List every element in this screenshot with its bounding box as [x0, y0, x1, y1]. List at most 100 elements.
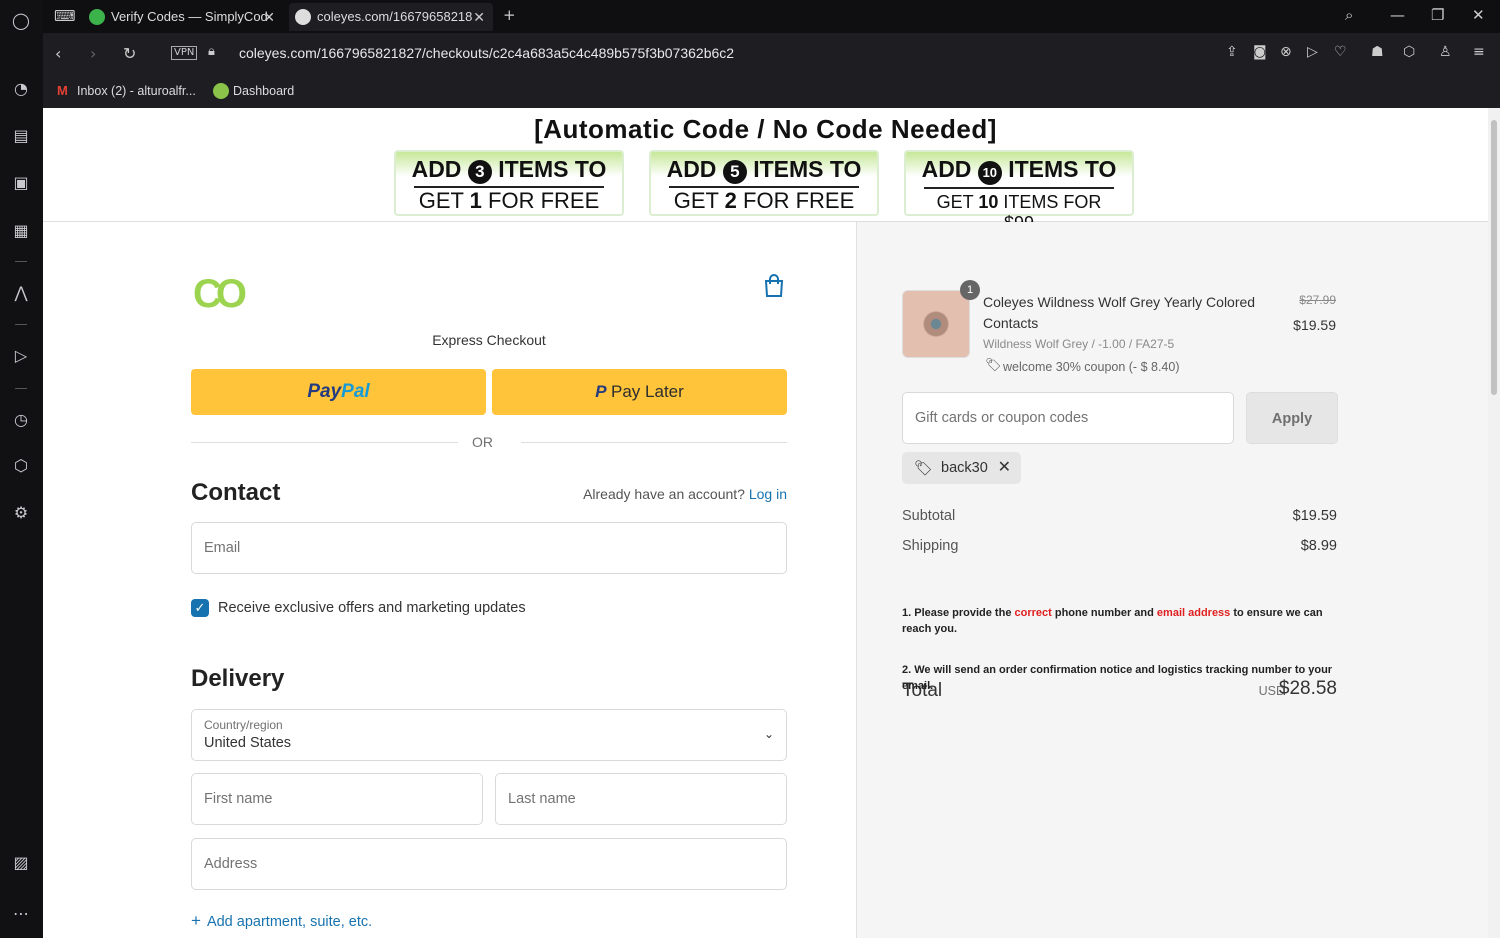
coleyes-logo[interactable]: CO	[193, 272, 247, 317]
send-icon[interactable]: ▷	[1307, 44, 1318, 60]
product-variant: Wildness Wolf Grey / -1.00 / FA27-5	[983, 337, 1175, 351]
chevron-down-icon: ⌄	[763, 727, 774, 741]
bookmark-dashboard[interactable]: Dashboard	[211, 81, 294, 101]
plus-icon: +	[191, 911, 201, 930]
gamepad-icon[interactable]: ⌨	[54, 7, 76, 25]
history-icon[interactable]: ◷	[10, 409, 32, 431]
adblock-icon[interactable]: ⊗	[1280, 44, 1292, 60]
tab-coleyes[interactable]: coleyes.com/16679658218 ✕	[289, 3, 493, 31]
search-tabs-icon[interactable]: ⌕	[1345, 6, 1353, 24]
tab-title: Verify Codes — SimplyCod	[111, 9, 268, 24]
back-icon[interactable]: ‹	[55, 44, 61, 63]
notice-1: 1. Please provide the correct phone numb…	[902, 607, 1323, 635]
close-tab-icon[interactable]: ✕	[263, 3, 275, 31]
simplycodes-favicon-icon	[89, 9, 105, 25]
opera-logo-icon[interactable]: ◯	[10, 10, 32, 32]
box-extension-icon[interactable]: ⬡	[1403, 44, 1415, 60]
tab-verify-codes[interactable]: Verify Codes — SimplyCod ✕	[83, 3, 283, 31]
gallery-icon[interactable]: ▨	[10, 852, 32, 874]
paypal-pay-later-button[interactable]: P Pay Later	[492, 369, 787, 415]
subtotal-value: $19.59	[1292, 508, 1337, 524]
forward-icon[interactable]: ›	[90, 44, 96, 63]
shopping-bag-icon[interactable]	[763, 274, 785, 298]
twitch-icon[interactable]: ▣	[10, 172, 32, 194]
promo-card-5-items[interactable]: ADD 5 ITEMS TO GET 2 FOR FREE	[649, 150, 879, 216]
url-field[interactable]: coleyes.com/1667965821827/checkouts/c2c4…	[239, 45, 734, 61]
marketing-checkbox[interactable]: ✓	[191, 599, 209, 617]
reload-icon[interactable]: ↻	[123, 44, 136, 63]
promo-text: 2	[724, 188, 737, 213]
tab-title: coleyes.com/16679658218	[317, 9, 473, 24]
easy-setup-icon[interactable]: ≡	[1473, 44, 1485, 60]
new-tab-icon[interactable]: +	[503, 6, 516, 24]
gmail-icon: M	[57, 83, 68, 98]
close-tab-icon[interactable]: ✕	[473, 3, 485, 31]
delivery-heading: Delivery	[191, 665, 285, 692]
briefcase-icon[interactable]: ▤	[10, 125, 32, 147]
page-scrollbar[interactable]	[1488, 108, 1500, 938]
browser-sidebar: ◯ ◔ ▤ ▣ ▦ ⋀ ▷ ◷ ⬡ ⚙ ▨ ⋯	[0, 0, 43, 938]
extension-icon[interactable]: ▦	[10, 220, 32, 242]
apply-button[interactable]: Apply	[1246, 392, 1338, 444]
or-divider-label: OR	[472, 434, 493, 450]
promo-text: ITEMS TO	[1008, 156, 1117, 182]
promo-card-3-items[interactable]: ADD 3 ITEMS TO GET 1 FOR FREE	[394, 150, 624, 216]
more-dots-icon[interactable]: ⋯	[10, 903, 32, 925]
last-name-placeholder: Last name	[508, 791, 576, 807]
share-icon[interactable]: ⇪	[1226, 44, 1238, 60]
remove-coupon-icon[interactable]: ✕	[998, 452, 1011, 484]
banner-title: [Automatic Code / No Code Needed]	[534, 114, 997, 144]
first-name-placeholder: First name	[204, 791, 273, 807]
scrollbar-thumb[interactable]	[1491, 120, 1497, 395]
bookmarks-bar: M Inbox (2) - alturoalfr... Dashboard	[43, 75, 1500, 108]
add-apartment-label: Add apartment, suite, etc.	[206, 914, 373, 930]
robot-extension-icon[interactable]: ☗	[1371, 44, 1384, 60]
promo-text: GET	[673, 188, 719, 213]
bookmark-label: Dashboard	[233, 84, 295, 98]
order-summary: 1 Coleyes Wildness Wolf Grey Yearly Colo…	[856, 222, 1488, 938]
cube-icon[interactable]: ⬡	[10, 455, 32, 477]
promo-text: ADD	[666, 156, 717, 182]
promo-text: 1	[469, 188, 482, 213]
player-icon[interactable]: ▷	[10, 345, 32, 367]
first-name-field[interactable]: First name	[191, 773, 483, 825]
profile-icon[interactable]: ♙	[1439, 44, 1452, 60]
speed-dial-icon[interactable]: ◔	[10, 78, 32, 100]
close-window-icon[interactable]: ✕	[1472, 6, 1485, 24]
notice-2: 2. We will send an order confirmation no…	[902, 664, 1333, 692]
restore-icon[interactable]: ❐	[1431, 6, 1444, 24]
promo-number-badge: 5	[722, 160, 747, 184]
login-link[interactable]: Log in	[749, 486, 787, 502]
paypal-logo: PayPal	[307, 381, 370, 402]
bookmark-inbox[interactable]: M Inbox (2) - alturoalfr...	[55, 81, 196, 101]
promo-text: ADD	[411, 156, 462, 182]
applied-coupon-chip: 🏷︎ back30 ✕	[902, 452, 1021, 484]
promo-text: ITEMS TO	[498, 156, 607, 182]
paypal-button[interactable]: PayPal	[191, 369, 486, 415]
last-name-field[interactable]: Last name	[495, 773, 787, 825]
address-field[interactable]: Address	[191, 838, 787, 890]
vpn-badge[interactable]: VPN	[171, 46, 198, 60]
minimize-icon[interactable]: —	[1390, 6, 1405, 24]
promo-card-10-items[interactable]: ADD 10 ITEMS TO GET 10 ITEMS FOR $99	[904, 150, 1134, 233]
lock-icon[interactable]: 🔒︎	[208, 44, 215, 59]
country-value: United States	[204, 735, 292, 751]
checkout-form: CO Express Checkout PayPal P Pay Later O…	[43, 222, 856, 938]
heart-icon[interactable]: ♡	[1334, 44, 1347, 60]
country-select[interactable]: Country/region United States ⌄	[191, 709, 787, 761]
promo-text: FOR FREE	[743, 188, 855, 213]
settings-gear-icon[interactable]: ⚙	[10, 502, 32, 524]
camera-icon[interactable]: ◙	[1253, 44, 1267, 60]
product-discount: welcome 30% coupon (- $ 8.40)	[1003, 360, 1180, 374]
account-prompt: Already have an account? Log in	[583, 486, 787, 502]
dashboard-favicon-icon	[213, 83, 229, 99]
coupon-placeholder: Gift cards or coupon codes	[915, 410, 1089, 426]
promo-text: ITEMS TO	[753, 156, 862, 182]
product-thumbnail	[902, 290, 970, 358]
coupon-input[interactable]: Gift cards or coupon codes	[902, 392, 1234, 444]
add-apartment-link[interactable]: + Add apartment, suite, etc.	[191, 911, 372, 931]
promo-text: FOR FREE	[488, 188, 600, 213]
email-field[interactable]: Email	[191, 522, 787, 574]
aria-icon[interactable]: ⋀	[10, 282, 32, 304]
globe-favicon-icon	[295, 9, 311, 25]
